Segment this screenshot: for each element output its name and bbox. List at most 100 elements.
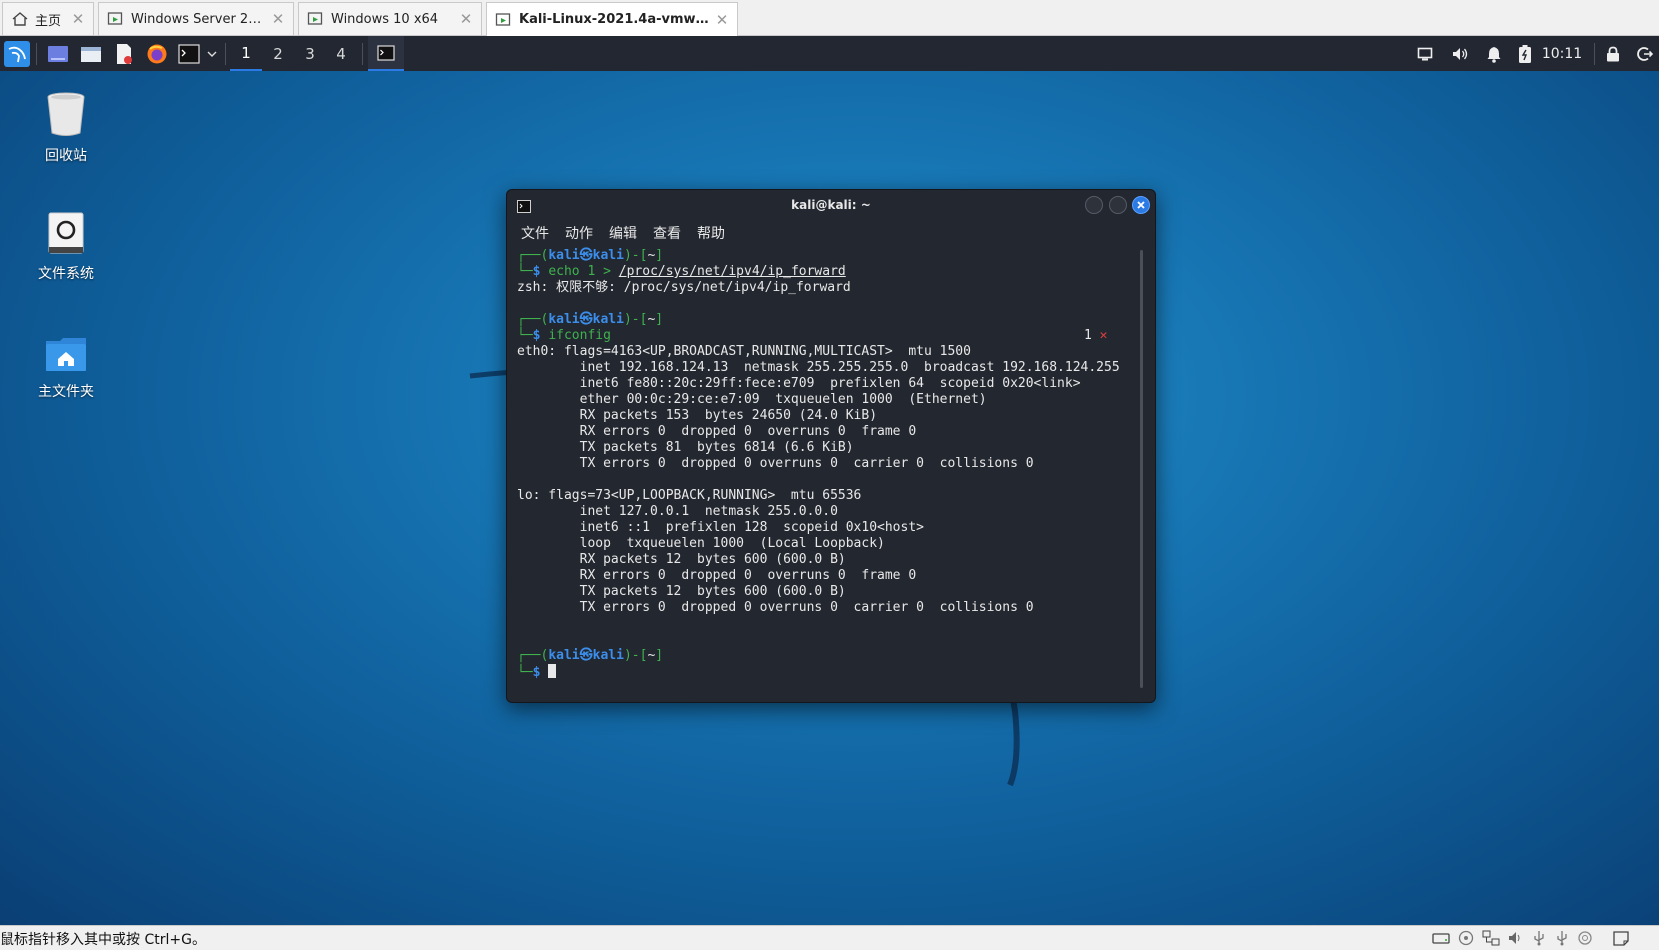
message-log-icon[interactable]	[1612, 930, 1630, 946]
show-desktop-icon[interactable]	[44, 36, 72, 71]
terminal-launcher-icon[interactable]	[175, 36, 203, 71]
command-line[interactable]: └─$	[517, 664, 1127, 680]
vm-icon	[107, 10, 125, 28]
hard-disk-icon[interactable]	[1432, 930, 1450, 946]
close-icon	[1137, 201, 1145, 209]
output-line: TX errors 0 dropped 0 overruns 0 carrier…	[517, 456, 1034, 471]
output-line: lo: flags=73<UP,LOOPBACK,RUNNING> mtu 65…	[517, 488, 862, 503]
trash-icon	[47, 92, 85, 136]
drive-icon	[48, 212, 84, 254]
desktop-icon-label: 主文件夹	[38, 384, 94, 400]
close-button[interactable]	[1132, 196, 1150, 214]
workspace-2[interactable]: 2	[262, 36, 294, 71]
chevron-down-icon[interactable]	[204, 36, 220, 71]
cd-dvd-icon[interactable]	[1457, 930, 1475, 946]
desktop[interactable]: 回收站 文件系统 主文件夹 kali@kali: ~ 文件 动作 编辑 查看 帮…	[0, 71, 1659, 925]
tab-label: 主页	[35, 13, 62, 29]
output-line: TX packets 81 bytes 6814 (6.6 KiB)	[517, 440, 854, 455]
vm-tab-home[interactable]: 主页 ✕	[2, 2, 94, 35]
prompt-line: ┌──(kali㉿kali)-[~]	[517, 648, 664, 663]
clock[interactable]: 10:11	[1538, 36, 1586, 71]
home-icon	[11, 10, 29, 28]
output-line: inet6 ::1 prefixlen 128 scopeid 0x10<hos…	[517, 520, 924, 535]
vm-tab-windows-10-x64[interactable]: Windows 10 x64 ✕	[298, 2, 482, 35]
output-line: RX errors 0 dropped 0 overruns 0 frame 0	[517, 424, 917, 439]
menu-help[interactable]: 帮助	[697, 223, 725, 243]
terminal-titlebar[interactable]: kali@kali: ~	[507, 190, 1155, 220]
vm-icon	[495, 11, 513, 29]
panel-separator	[36, 43, 37, 65]
vm-icon	[307, 10, 325, 28]
panel-separator	[225, 43, 226, 65]
home-folder-icon	[46, 338, 86, 371]
close-icon[interactable]: ✕	[713, 11, 731, 29]
panel-separator	[362, 43, 363, 65]
terminal-scrollbar[interactable]	[1140, 250, 1143, 688]
vmware-tab-bar: 主页 ✕ Windows Server 2012 ✕ Windows 10 x6…	[0, 0, 1659, 36]
output-line: ether 00:0c:29:ce:e7:09 txqueuelen 1000 …	[517, 392, 987, 407]
kali-top-panel: 1 2 3 4 10:11	[0, 36, 1659, 71]
ifconfig-output: eth0: flags=4163<UP,BROADCAST,RUNNING,MU…	[517, 344, 1127, 616]
terminal-title: kali@kali: ~	[791, 198, 871, 212]
panel-separator	[1594, 43, 1595, 65]
output-line: RX packets 12 bytes 600 (600.0 B)	[517, 552, 846, 567]
close-icon[interactable]: ✕	[269, 10, 287, 28]
output-line: inet6 fe80::20c:29ff:fece:e709 prefixlen…	[517, 376, 1081, 391]
lock-screen-icon[interactable]	[1600, 36, 1626, 71]
taskbar-terminal-button[interactable]	[368, 36, 404, 71]
tab-label: Kali-Linux-2021.4a-vmware-...	[519, 12, 713, 27]
notification-bell-icon[interactable]	[1480, 36, 1508, 71]
output-line: inet 127.0.0.1 netmask 255.0.0.0	[517, 504, 838, 519]
sound-card-icon[interactable]	[1507, 930, 1525, 946]
power-battery-icon[interactable]	[1512, 36, 1538, 71]
workspace-3[interactable]: 3	[294, 36, 326, 71]
printer-icon[interactable]	[1576, 930, 1594, 946]
desktop-icon-recycle-bin[interactable]: 回收站	[11, 91, 121, 165]
output-line: TX packets 12 bytes 600 (600.0 B)	[517, 584, 846, 599]
firefox-icon[interactable]	[143, 36, 171, 71]
terminal-output[interactable]: ┌──(kali㉿kali)-[~] └─$ echo 1 > /proc/sy…	[517, 248, 1127, 694]
menu-view[interactable]: 查看	[653, 223, 681, 243]
desktop-icon-file-system[interactable]: 文件系统	[11, 211, 121, 283]
command-line: └─$ echo 1 > /proc/sys/net/ipv4/ip_forwa…	[517, 264, 846, 279]
text-cursor	[548, 664, 557, 678]
logout-icon[interactable]	[1632, 36, 1658, 71]
network-adapter-icon[interactable]	[1482, 930, 1500, 946]
vm-tab-windows-server-2012[interactable]: Windows Server 2012 ✕	[98, 2, 294, 35]
output-line: RX errors 0 dropped 0 overruns 0 frame 0	[517, 568, 917, 583]
prompt-line: ┌──(kali㉿kali)-[~]	[517, 248, 664, 263]
workspace-1[interactable]: 1	[230, 36, 262, 71]
usb-icon[interactable]	[1553, 930, 1571, 946]
menu-actions[interactable]: 动作	[565, 223, 593, 243]
usb-icon[interactable]	[1530, 930, 1548, 946]
output-line: eth0: flags=4163<UP,BROADCAST,RUNNING,MU…	[517, 344, 971, 359]
maximize-button[interactable]	[1109, 196, 1127, 214]
menu-file[interactable]: 文件	[521, 223, 549, 243]
volume-icon[interactable]	[1446, 36, 1474, 71]
desktop-icon-home-folder[interactable]: 主文件夹	[11, 335, 121, 401]
vm-tab-kali-linux[interactable]: Kali-Linux-2021.4a-vmware-... ✕	[486, 2, 738, 36]
close-icon[interactable]: ✕	[457, 10, 475, 28]
workspace-4[interactable]: 4	[325, 36, 357, 71]
menu-edit[interactable]: 编辑	[609, 223, 637, 243]
tab-label: Windows Server 2012	[131, 11, 269, 27]
display-icon[interactable]	[1412, 36, 1438, 71]
text-editor-icon[interactable]	[110, 36, 138, 71]
kali-menu-icon[interactable]	[2, 36, 32, 71]
desktop-icon-label: 文件系统	[38, 266, 94, 282]
close-icon[interactable]: ✕	[69, 10, 87, 28]
error-output-line: zsh: 权限不够: /proc/sys/net/ipv4/ip_forward	[517, 280, 851, 295]
prompt-line: ┌──(kali㉿kali)-[~]	[517, 312, 664, 327]
file-manager-icon[interactable]	[77, 36, 105, 71]
output-line: TX errors 0 dropped 0 overruns 0 carrier…	[517, 600, 1034, 615]
desktop-icon-label: 回收站	[45, 148, 87, 164]
minimize-button[interactable]	[1085, 196, 1103, 214]
command-line: └─$ ifconfig 1 ✕	[517, 328, 1108, 343]
exit-status-badge: 1 ✕	[1084, 328, 1108, 343]
terminal-window[interactable]: kali@kali: ~ 文件 动作 编辑 查看 帮助 ┌──(kali㉿kal…	[506, 189, 1156, 703]
status-message: 鼠标指针移入其中或按 Ctrl+G。	[0, 932, 206, 948]
terminal-menubar: 文件 动作 编辑 查看 帮助	[507, 220, 1155, 246]
output-line: inet 192.168.124.13 netmask 255.255.255.…	[517, 360, 1120, 375]
vmware-status-bar: 鼠标指针移入其中或按 Ctrl+G。	[0, 925, 1659, 950]
